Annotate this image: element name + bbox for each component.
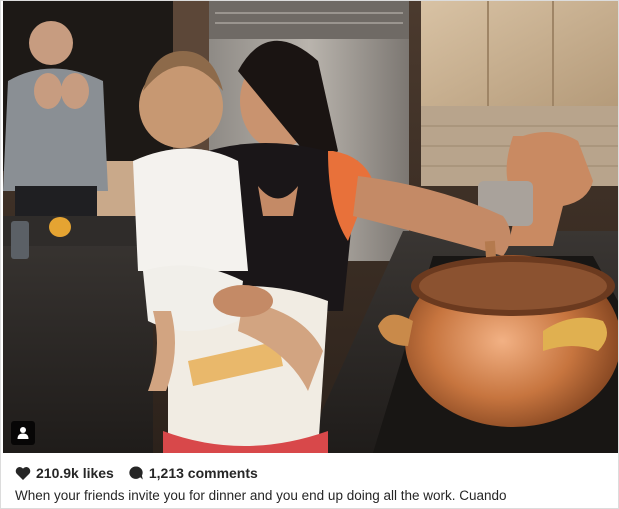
post-stats: 210.9k likes 1,213 comments [15,463,266,483]
likes-stat[interactable]: 210.9k likes [15,465,114,481]
heart-icon[interactable] [15,466,31,481]
instagram-post: 210.9k likes 1,213 comments When your fr… [0,0,619,509]
post-photo[interactable] [3,1,618,453]
comment-bubble-icon[interactable] [128,465,144,481]
comments-count: 1,213 comments [148,465,258,481]
person-icon [17,427,29,439]
tagged-user-button[interactable] [11,421,35,445]
kitchen-scene [3,1,618,453]
likes-count: 210.9k likes [36,465,114,481]
comments-stat[interactable]: 1,213 comments [128,465,258,481]
post-caption: When your friends invite you for dinner … [15,488,507,503]
